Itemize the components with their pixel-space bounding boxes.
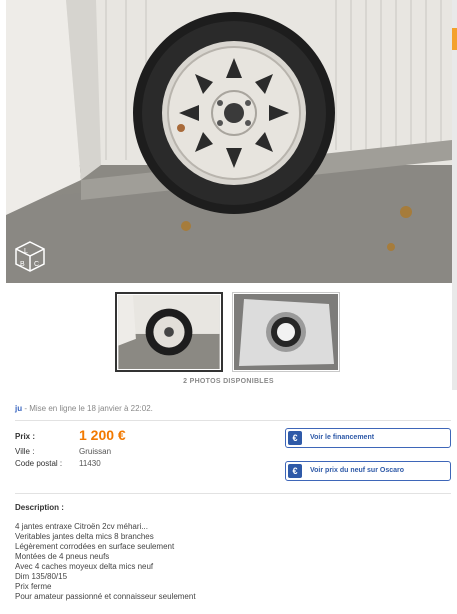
thumbnail-strip	[0, 290, 457, 380]
description-line: 4 jantes entraxe Citroën 2cv méhari...	[15, 522, 148, 531]
description-title: Description :	[15, 503, 64, 512]
new-price-button[interactable]: € Voir prix du neuf sur Oscaro	[285, 461, 451, 481]
author-link[interactable]: ju	[15, 404, 22, 413]
posted-info: ju - Mise en ligne le 18 janvier à 22:02…	[15, 404, 153, 413]
svg-text:C: C	[34, 261, 39, 268]
description-body: 4 jantes entraxe Citroën 2cv méhari... V…	[15, 522, 445, 602]
euro-icon: €	[288, 464, 302, 478]
description-line: Prix ferme	[15, 582, 52, 591]
thumbnail-wheel-image	[118, 295, 220, 369]
divider	[15, 493, 451, 494]
side-tab	[452, 28, 457, 50]
description-line: Pour amateur passionné et connaisseur se…	[15, 592, 196, 601]
zip-label: Code postal :	[15, 459, 63, 468]
description-line: Avec 4 caches moyeux delta mics neuf	[15, 562, 154, 571]
posted-date: - Mise en ligne le 18 janvier à 22:02.	[24, 404, 153, 413]
financing-button[interactable]: € Voir le financement	[285, 428, 451, 448]
description-line: Montées de 4 pneus neufs	[15, 552, 110, 561]
description-line: Veritables jantes delta mics 8 branches	[15, 532, 154, 541]
price-value: 1 200 €	[79, 427, 126, 443]
financing-button-label: Voir le financement	[310, 434, 375, 441]
thumbnail-hubcap-image	[234, 294, 338, 370]
thumbnail-1[interactable]	[115, 292, 223, 372]
main-photo[interactable]: L B C	[6, 0, 452, 283]
divider	[15, 420, 451, 421]
price-label: Prix :	[15, 432, 36, 441]
site-logo-icon: L B C	[14, 240, 46, 272]
photos-count-label: 2 PHOTOS DISPONIBLES	[183, 378, 274, 385]
city-value: Gruissan	[79, 447, 112, 456]
thumbnail-2[interactable]	[232, 292, 340, 372]
svg-text:B: B	[20, 261, 25, 268]
description-line: Légèrement corrodées en surface seulemen…	[15, 542, 175, 551]
wheel-photo	[6, 0, 452, 283]
description-line: Dim 135/80/15	[15, 572, 68, 581]
new-price-button-label: Voir prix du neuf sur Oscaro	[310, 467, 405, 474]
euro-icon: €	[288, 431, 302, 445]
city-label: Ville :	[15, 447, 35, 456]
zip-value: 11430	[79, 459, 101, 468]
svg-text:L: L	[24, 248, 28, 255]
